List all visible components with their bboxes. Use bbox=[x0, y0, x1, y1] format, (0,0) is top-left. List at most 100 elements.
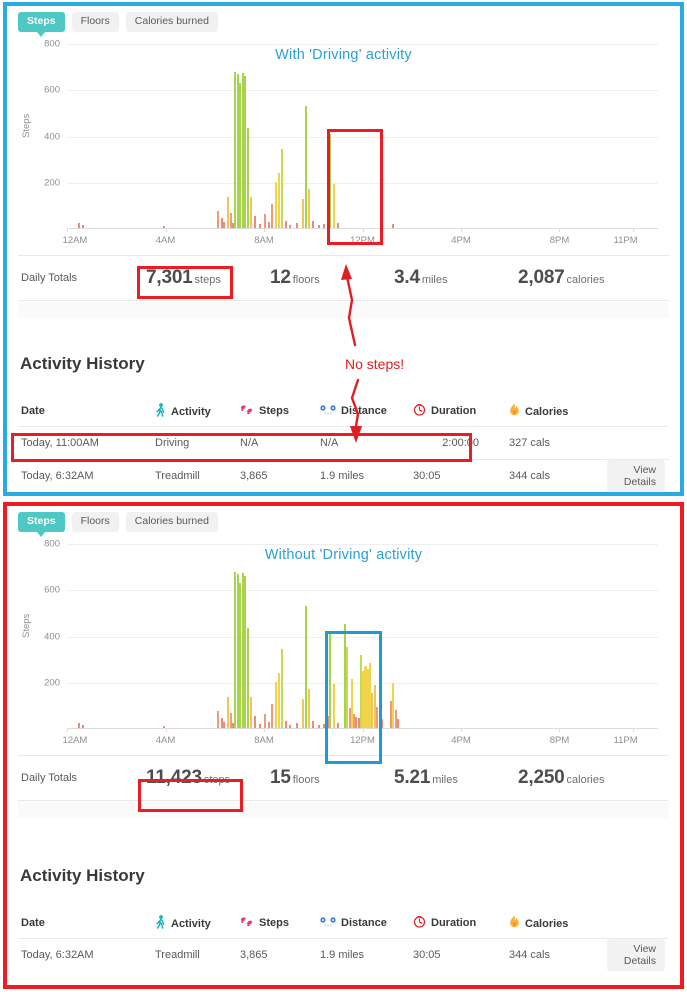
daily-total-value: 5.21 bbox=[394, 767, 431, 788]
daily-totals-bar: Daily Totals 7,301 steps 12 floors 3.4 miles 2,… bbox=[18, 255, 669, 301]
chart-bar bbox=[217, 710, 220, 728]
table-row[interactable]: Today, 6:32AM Treadmill 3,865 1.9 miles 30:0… bbox=[18, 938, 669, 971]
totals-spacer bbox=[18, 302, 669, 318]
chart-bar bbox=[396, 718, 399, 728]
column-header-duration: Duration bbox=[413, 403, 509, 419]
column-header-activity: Activity bbox=[155, 914, 240, 932]
distance-icon bbox=[320, 916, 336, 931]
x-axis-tick: 11PM bbox=[613, 735, 638, 746]
tab-floors[interactable]: Floors bbox=[71, 12, 119, 32]
chart-bar bbox=[81, 224, 84, 228]
y-axis-label: Steps bbox=[21, 613, 32, 638]
x-axis-tick: 4AM bbox=[155, 735, 176, 746]
daily-total-value: 3.4 bbox=[394, 267, 420, 288]
tab-steps[interactable]: Steps bbox=[18, 12, 65, 36]
steps-total-highlight-box bbox=[137, 266, 233, 299]
daily-total-floors: 15 floors bbox=[270, 767, 394, 789]
chart-gridline bbox=[67, 590, 658, 592]
x-axis-tickmark bbox=[67, 229, 68, 232]
chart-bar bbox=[254, 715, 257, 728]
column-header-distance: Distance bbox=[320, 404, 413, 419]
flame-icon bbox=[509, 403, 520, 420]
daily-total-unit: calories bbox=[566, 274, 605, 286]
chart-bar bbox=[263, 713, 266, 728]
x-axis-tickmark bbox=[559, 729, 561, 732]
chart-bar bbox=[271, 204, 274, 228]
y-axis-tick: 600 bbox=[44, 84, 60, 96]
activity-history-title: Activity History bbox=[20, 866, 145, 885]
chart-gridline bbox=[67, 544, 658, 545]
column-header-label: Calories bbox=[525, 405, 569, 418]
row-activity: Treadmill bbox=[155, 470, 200, 482]
row-calories: 327 cals bbox=[509, 437, 550, 449]
chart-bar bbox=[318, 725, 321, 728]
tab-steps[interactable]: Steps bbox=[18, 512, 65, 536]
chart-bar bbox=[78, 222, 81, 228]
chart-bar bbox=[163, 725, 166, 728]
daily-total-unit: miles bbox=[421, 274, 448, 286]
chart-gap-highlight-box bbox=[327, 129, 383, 245]
row-actions[interactable]: View Details bbox=[607, 460, 669, 492]
row-actions[interactable]: View Details bbox=[607, 939, 669, 971]
chart-bar bbox=[263, 213, 266, 228]
x-axis-tick: 8AM bbox=[254, 735, 274, 746]
totals-spacer bbox=[18, 802, 669, 818]
y-axis-tick: 800 bbox=[44, 38, 60, 50]
tab-floors[interactable]: Floors bbox=[71, 512, 119, 532]
chart-bar bbox=[284, 721, 287, 728]
view-details-button[interactable]: View Details bbox=[607, 460, 665, 492]
chart-bar bbox=[267, 222, 270, 228]
chart-tabs: Steps Floors Calories burned bbox=[18, 12, 218, 36]
clock-icon bbox=[413, 403, 426, 419]
walking-icon bbox=[155, 402, 166, 420]
daily-total-calories: 2,087 calories bbox=[518, 267, 668, 289]
y-axis-tick: 200 bbox=[44, 677, 60, 689]
column-header-label: Duration bbox=[431, 405, 477, 417]
daily-totals-label: Daily Totals bbox=[21, 272, 78, 284]
column-header-steps: Steps bbox=[240, 404, 320, 419]
table-row[interactable]: Today, 6:32AM Treadmill 3,865 1.9 miles 30:0… bbox=[18, 459, 669, 492]
chart-bar bbox=[392, 223, 395, 228]
chart-tabs: Steps Floors Calories burned bbox=[18, 512, 218, 536]
chart-bar bbox=[288, 724, 291, 728]
screenshot-root: Steps Floors Calories burned With 'Driving'… bbox=[0, 0, 687, 992]
x-axis-tick: 8PM bbox=[549, 735, 570, 746]
x-axis-tickmark bbox=[263, 729, 265, 732]
y-axis-tick: 600 bbox=[44, 584, 60, 596]
chart-bar bbox=[308, 189, 311, 228]
footprints-icon bbox=[240, 404, 254, 419]
tab-calories-burned[interactable]: Calories burned bbox=[125, 12, 218, 32]
chart-bar bbox=[246, 127, 249, 228]
chart-bar bbox=[296, 723, 298, 728]
chart-bar bbox=[312, 221, 315, 228]
x-axis-tickmark bbox=[263, 229, 265, 232]
footprints-icon bbox=[240, 916, 254, 931]
column-header-date: Date bbox=[18, 917, 155, 929]
activity-history-title: Activity History bbox=[20, 354, 145, 373]
column-header-label: Distance bbox=[341, 404, 387, 417]
row-duration: 30:05 bbox=[413, 470, 441, 482]
distance-icon bbox=[320, 404, 336, 419]
column-header-label: Date bbox=[21, 917, 45, 929]
y-axis-tick: 200 bbox=[44, 177, 60, 189]
chart-bar bbox=[281, 149, 284, 228]
x-axis-tick: 4AM bbox=[155, 235, 176, 246]
chart-bar bbox=[78, 722, 81, 728]
view-details-button[interactable]: View Details bbox=[607, 939, 665, 971]
x-axis-tick: 12AM bbox=[62, 235, 88, 246]
x-axis-tick: 8PM bbox=[549, 235, 570, 246]
chart-bar bbox=[312, 721, 315, 728]
column-header-activity: Activity bbox=[155, 402, 240, 420]
chart-bar bbox=[250, 697, 253, 728]
daily-total-value: 12 bbox=[270, 267, 291, 288]
row-duration: 30:05 bbox=[413, 949, 441, 961]
chart-bar bbox=[217, 210, 220, 228]
chart-bar bbox=[259, 723, 262, 728]
tab-calories-burned[interactable]: Calories burned bbox=[125, 512, 218, 532]
x-axis-tickmark bbox=[633, 729, 635, 732]
chart-gridline bbox=[67, 90, 658, 92]
daily-totals-label: Daily Totals bbox=[21, 772, 78, 784]
column-header-label: Activity bbox=[171, 917, 211, 930]
column-header-label: Steps bbox=[259, 404, 289, 417]
row-date: Today, 6:32AM bbox=[21, 949, 94, 961]
